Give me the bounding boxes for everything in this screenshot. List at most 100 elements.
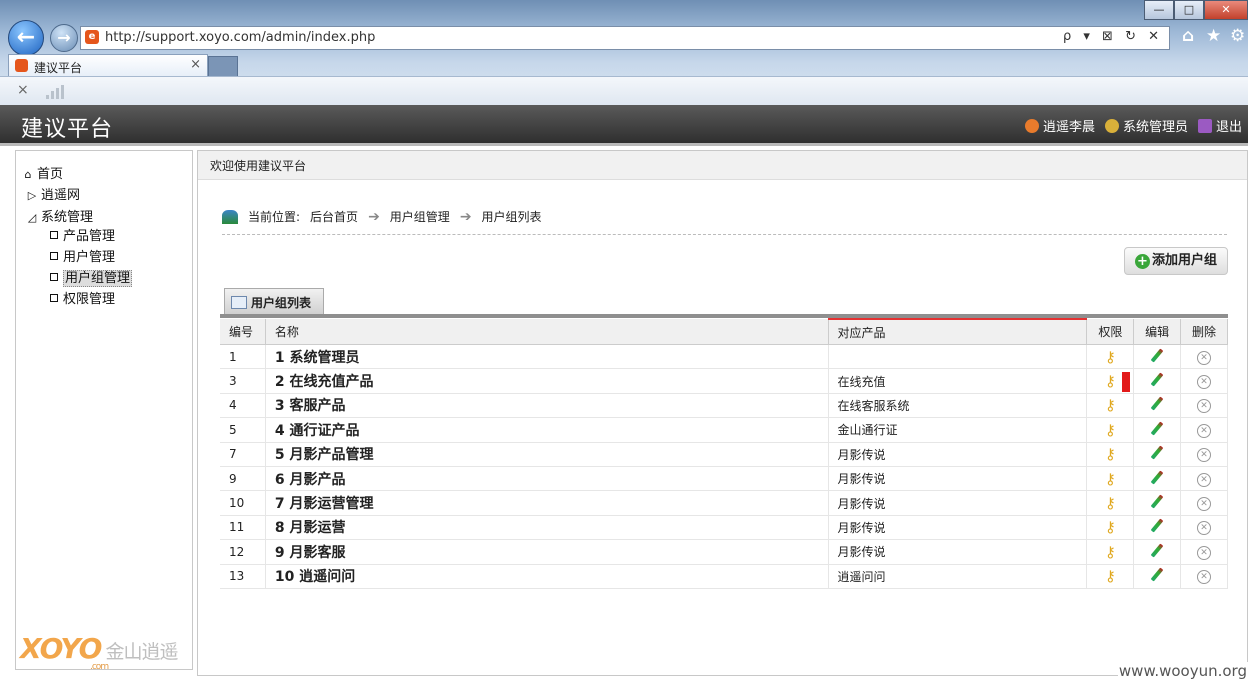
maximize-button[interactable]: □ xyxy=(1174,0,1204,20)
user-link[interactable]: 逍遥李晨 xyxy=(1024,116,1095,135)
pencil-icon[interactable] xyxy=(1150,518,1164,533)
cell-product: 金山通行证 xyxy=(828,417,1088,443)
delete-icon[interactable]: ✕ xyxy=(1197,570,1212,585)
app-title: 建议平台 xyxy=(21,117,114,142)
cell-permission: ⚷ xyxy=(1086,368,1135,394)
table-row: 96 月影产品 月影传说 ⚷ ✕ xyxy=(220,466,1228,492)
cell-edit xyxy=(1133,344,1182,370)
tab-active[interactable]: 建议平台 × xyxy=(8,54,208,77)
address-controls[interactable]: ρ ▾ ⊠ ↻ ✕ xyxy=(1063,29,1163,44)
cell-name: 7 月影运营管理 xyxy=(265,490,829,516)
close-window-button[interactable]: ✕ xyxy=(1204,0,1248,20)
sidebar-item-usergroups[interactable]: 用户组管理 xyxy=(50,267,133,287)
pencil-icon[interactable] xyxy=(1150,348,1164,363)
watermark: www.wooyun.org xyxy=(1117,662,1248,680)
key-icon[interactable]: ⚷ xyxy=(1105,445,1116,463)
delete-icon[interactable]: ✕ xyxy=(1197,423,1212,438)
pencil-icon[interactable] xyxy=(1150,543,1164,558)
key-icon[interactable]: ⚷ xyxy=(1105,372,1116,390)
pencil-icon[interactable] xyxy=(1150,567,1164,582)
table-row: 43 客服产品 在线客服系统 ⚷ ✕ xyxy=(220,393,1228,419)
key-icon[interactable]: ⚷ xyxy=(1105,543,1116,561)
back-button[interactable]: ← xyxy=(8,20,44,56)
cell-delete: ✕ xyxy=(1180,515,1228,541)
cell-delete: ✕ xyxy=(1180,466,1228,492)
role-link[interactable]: 系统管理员 xyxy=(1104,116,1188,135)
pencil-icon[interactable] xyxy=(1150,470,1164,485)
cell-product: 月影传说 xyxy=(828,515,1088,541)
sidebar-item-xoyo[interactable]: ▷ 逍遥网 xyxy=(26,184,80,203)
delete-icon[interactable]: ✕ xyxy=(1197,497,1212,512)
cell-edit xyxy=(1133,466,1182,492)
home-icon: ⌂ xyxy=(24,168,32,181)
pencil-icon[interactable] xyxy=(1150,421,1164,436)
key-icon[interactable]: ⚷ xyxy=(1105,396,1116,414)
sidebar: ⌂ 首页 ▷ 逍遥网 ◿ 系统管理 产品管理 用户管理 用户组管理 权限管理 XOYO… xyxy=(15,150,193,672)
key-icon[interactable]: ⚷ xyxy=(1105,567,1116,585)
sidebar-item-sysmgmt[interactable]: ◿ 系统管理 xyxy=(26,206,93,225)
cell-edit xyxy=(1133,393,1182,419)
pencil-icon[interactable] xyxy=(1150,396,1164,411)
divider xyxy=(222,234,1227,235)
forward-button[interactable]: → xyxy=(50,24,78,52)
cmdbar-close-icon[interactable]: × xyxy=(17,82,29,98)
col-delete: 删除 xyxy=(1180,319,1228,345)
key-icon[interactable]: ⚷ xyxy=(1105,348,1116,366)
plus-icon: + xyxy=(1134,254,1150,269)
minimize-button[interactable]: — xyxy=(1144,0,1174,20)
delete-icon[interactable]: ✕ xyxy=(1197,521,1212,536)
pencil-icon[interactable] xyxy=(1150,445,1164,460)
sidebar-item-products[interactable]: 产品管理 xyxy=(50,225,115,244)
delete-icon[interactable]: ✕ xyxy=(1197,375,1212,390)
table-icon xyxy=(231,296,247,309)
delete-icon[interactable]: ✕ xyxy=(1197,448,1212,463)
cell-name: 2 在线充值产品 xyxy=(265,368,829,394)
delete-icon[interactable]: ✕ xyxy=(1197,472,1212,487)
tab-close-icon[interactable]: × xyxy=(190,57,201,72)
table-row: 11 8 月影运营 月影传说 ⚷ ✕ xyxy=(220,515,1228,541)
cell-id: 10 xyxy=(220,490,266,516)
breadcrumb-home[interactable]: 后台首页 xyxy=(310,208,358,225)
signal-icon xyxy=(46,85,64,99)
cell-name: 5 月影产品管理 xyxy=(265,442,829,467)
add-user-group-button[interactable]: + 添加用户组 xyxy=(1124,247,1228,275)
breadcrumb-usergroup[interactable]: 用户组管理 xyxy=(390,208,450,225)
cell-name: 8 月影运营 xyxy=(265,515,829,541)
gear-icon[interactable]: ⚙ xyxy=(1230,26,1245,46)
col-permission: 权限 xyxy=(1086,319,1135,345)
key-icon[interactable]: ⚷ xyxy=(1105,421,1116,439)
cell-delete: ✕ xyxy=(1180,564,1228,589)
red-annotation-mark xyxy=(1122,372,1131,393)
cell-delete: ✕ xyxy=(1180,490,1228,516)
delete-icon[interactable]: ✕ xyxy=(1197,350,1212,365)
cell-delete: ✕ xyxy=(1180,344,1228,370)
logout-link[interactable]: 退出 xyxy=(1197,116,1242,135)
sidebar-item-permissions[interactable]: 权限管理 xyxy=(50,288,115,307)
new-tab-button[interactable] xyxy=(208,56,238,78)
table-row: 32 在线充值产品 在线充值 ⚷ ✕ xyxy=(220,368,1228,394)
pencil-icon[interactable] xyxy=(1150,494,1164,509)
cell-permission: ⚷ xyxy=(1086,393,1135,419)
tab-user-group-list[interactable]: 用户组列表 xyxy=(224,288,324,315)
cell-permission: ⚷ xyxy=(1086,539,1135,565)
delete-icon[interactable]: ✕ xyxy=(1197,399,1212,414)
delete-icon[interactable]: ✕ xyxy=(1197,545,1212,560)
breadcrumb: 当前位置: 后台首页 ➔ 用户组管理 ➔ 用户组列表 xyxy=(222,208,542,225)
col-name: 名称 xyxy=(265,319,829,345)
url-text[interactable]: http://support.xoyo.com/admin/index.php xyxy=(105,30,375,45)
sidebar-item-users[interactable]: 用户管理 xyxy=(50,246,115,265)
sidebar-item-home[interactable]: ⌂ 首页 xyxy=(22,163,64,182)
cell-delete: ✕ xyxy=(1180,539,1228,565)
address-bar[interactable]: e http://support.xoyo.com/admin/index.ph… xyxy=(80,26,1170,50)
home-icon[interactable]: ⌂ xyxy=(1182,26,1194,46)
pencil-icon[interactable] xyxy=(1150,372,1164,387)
favorites-icon[interactable]: ★ xyxy=(1206,26,1221,46)
cell-delete: ✕ xyxy=(1180,442,1228,467)
key-icon[interactable]: ⚷ xyxy=(1105,494,1116,512)
cell-edit xyxy=(1133,442,1182,467)
key-icon[interactable]: ⚷ xyxy=(1105,518,1116,536)
cell-product: 逍遥问问 xyxy=(828,564,1088,589)
cell-permission: ⚷ xyxy=(1086,466,1135,492)
key-icon[interactable]: ⚷ xyxy=(1105,470,1116,488)
browser-chrome: — □ ✕ ← → e http://support.xoyo.com/admi… xyxy=(0,0,1248,106)
